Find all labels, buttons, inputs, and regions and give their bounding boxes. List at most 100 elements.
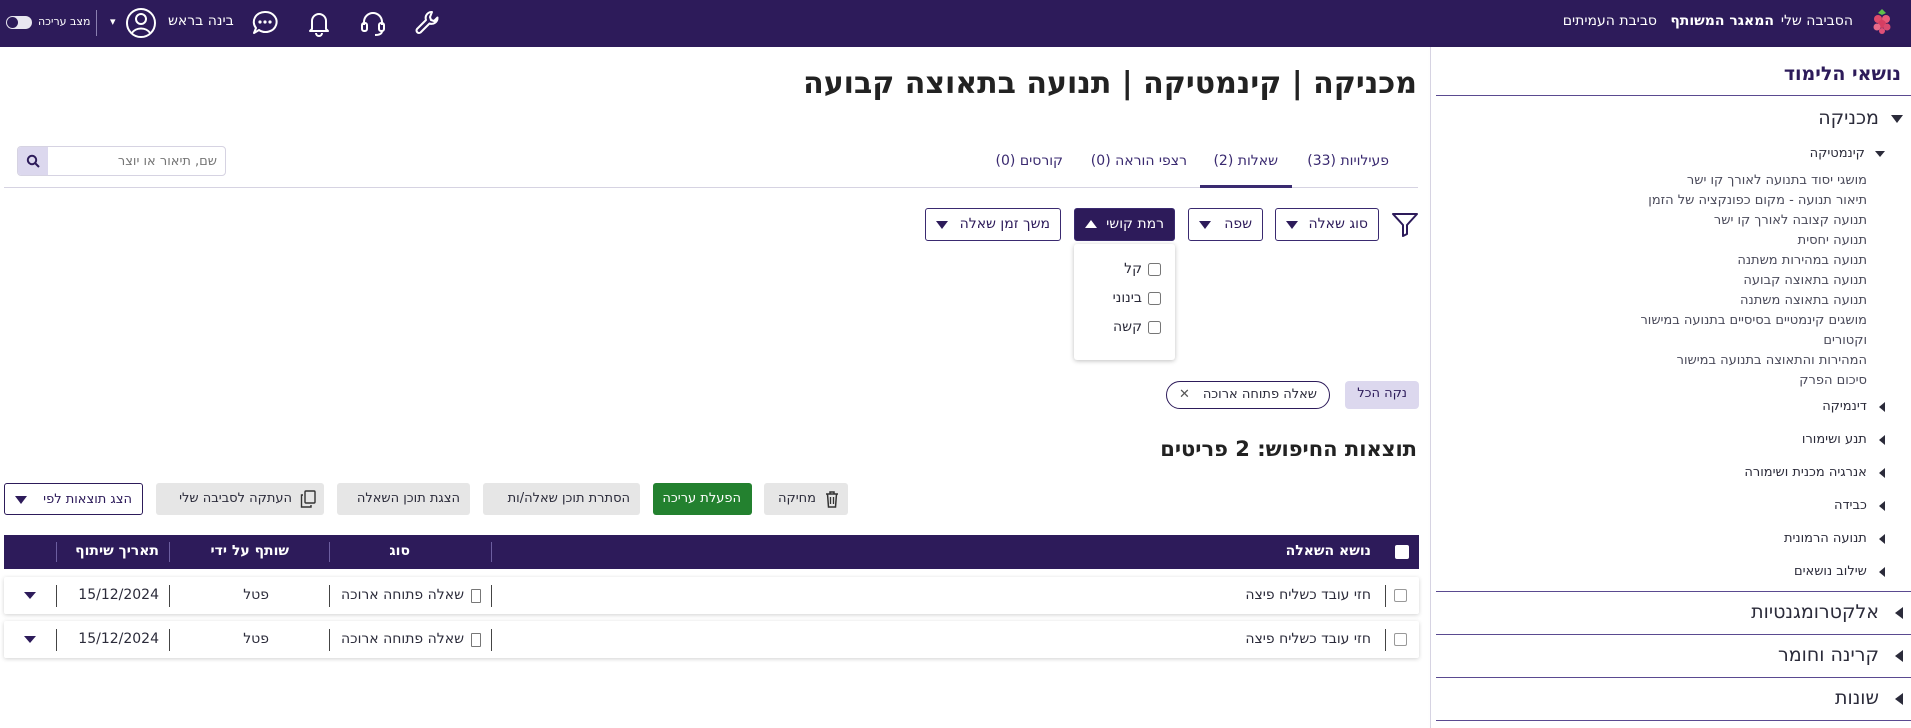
sidebar-sub-energy[interactable]: אנרגיה מכנית ושימורה xyxy=(1744,465,1885,480)
caret-left-icon xyxy=(1895,692,1903,705)
chevron-down-icon xyxy=(936,221,948,229)
row-type: שאלה פתוחה ארוכה xyxy=(341,631,464,647)
sidebar-topic-misc[interactable]: שונות xyxy=(1835,687,1903,709)
sidebar-sub-dynamics[interactable]: דינמיקה xyxy=(1822,399,1885,414)
sidebar-leaf[interactable]: תנועה במהירות משתנה xyxy=(1737,253,1867,268)
column-divider xyxy=(491,585,492,607)
column-divider xyxy=(491,629,492,651)
language-dropdown[interactable]: שפה xyxy=(1188,208,1263,241)
copy-to-env-button[interactable]: העתקה לסביבה שלי xyxy=(156,483,324,515)
select-all-checkbox[interactable] xyxy=(1395,545,1409,559)
tab-activities[interactable]: פעילויות (33) xyxy=(1307,153,1389,169)
sidebar-leaf[interactable]: תנועה קצובה לאורך קו ישר xyxy=(1714,213,1867,228)
option-label: קל xyxy=(1124,261,1142,277)
sidebar-sub-momentum[interactable]: תנע ושימורו xyxy=(1802,432,1885,447)
caret-left-icon xyxy=(1879,401,1885,412)
checkbox[interactable] xyxy=(1148,262,1161,276)
headset-icon[interactable] xyxy=(356,6,390,40)
column-header-subject[interactable]: נושא השאלה xyxy=(1286,543,1371,559)
sidebar-leaf[interactable]: תנועה יחסית xyxy=(1798,233,1867,248)
sidebar-leaf-active[interactable]: תנועה בתאוצה קבועה xyxy=(1743,273,1867,288)
sidebar-topic-radiation[interactable]: קרינה וחומר xyxy=(1778,644,1903,666)
difficulty-dropdown[interactable]: רמת קושי xyxy=(1074,208,1175,241)
row-subject[interactable]: חזי עובד כשליח פיצה xyxy=(1245,587,1371,603)
show-by-label: הצג תוצאות לפי xyxy=(43,492,132,507)
sub-label: תנועה הרמונית xyxy=(1783,531,1867,546)
clear-all-button[interactable]: נקה הכל xyxy=(1345,381,1419,409)
delete-button[interactable]: מחיקה xyxy=(764,483,848,515)
show-content-button[interactable]: הצגת תוכן השאלה xyxy=(337,483,470,515)
logo-icon[interactable] xyxy=(1867,6,1897,36)
sidebar-leaf[interactable]: המהירות והתאוצה בתנועה במישור xyxy=(1677,353,1867,368)
difficulty-option-hard[interactable]: קשה xyxy=(1113,319,1161,335)
table-row[interactable]: חזי עובד כשליח פיצה שאלה פתוחה ארוכה פטל… xyxy=(4,621,1419,658)
caret-left-icon xyxy=(1879,533,1885,544)
expand-row-icon[interactable] xyxy=(24,592,36,599)
sub-label: דינמיקה xyxy=(1822,399,1867,414)
sidebar-leaf[interactable]: סיכום הפרק xyxy=(1799,373,1867,388)
column-header-date[interactable]: תאריך שיתוף xyxy=(75,543,159,559)
edit-mode-toggle[interactable] xyxy=(6,16,32,29)
delete-label: מחיקה xyxy=(778,491,816,506)
search-icon xyxy=(26,154,40,168)
table-row[interactable]: חזי עובד כשליח פיצה שאלה פתוחה ארוכה פטל… xyxy=(4,577,1419,614)
column-divider xyxy=(169,585,170,607)
row-type: שאלה פתוחה ארוכה xyxy=(341,587,464,603)
wrench-icon[interactable] xyxy=(410,6,444,40)
column-divider xyxy=(329,629,330,651)
difficulty-option-easy[interactable]: קל xyxy=(1124,261,1161,277)
user-menu-chevron-icon[interactable]: ▾ xyxy=(110,15,116,28)
nav-my-env[interactable]: הסביבה שלי xyxy=(1781,13,1853,29)
column-header-type[interactable]: סוג xyxy=(389,543,410,559)
caret-down-icon xyxy=(1891,114,1903,123)
row-shared-by: פטל xyxy=(243,587,269,603)
tab-questions[interactable]: שאלות (2) xyxy=(1213,153,1278,169)
sidebar-topic-electromagnetism[interactable]: אלקטרומגנטיות xyxy=(1751,601,1903,623)
search-button[interactable] xyxy=(18,147,48,175)
difficulty-option-medium[interactable]: בינוני xyxy=(1113,290,1161,306)
enable-edit-button[interactable]: הפעלת עריכה xyxy=(653,483,752,515)
question-type-dropdown[interactable]: סוג שאלה xyxy=(1275,208,1379,241)
chevron-down-icon xyxy=(15,496,27,504)
hide-content-label: הסתרת תוכן שאלה/ות xyxy=(507,491,630,506)
bell-icon[interactable] xyxy=(302,6,336,40)
dropdown-label: רמת קושי xyxy=(1106,216,1164,232)
sidebar-sub-kinematics[interactable]: קינמטיקה xyxy=(1810,146,1885,161)
sidebar-leaf[interactable]: תיאור תנועה - מקום כפונקציה של הזמן xyxy=(1648,193,1867,208)
tab-courses[interactable]: קורסים (0) xyxy=(996,153,1063,169)
sidebar-sub-harmonic[interactable]: תנועה הרמונית xyxy=(1784,531,1885,546)
row-checkbox[interactable] xyxy=(1394,589,1407,602)
search-input[interactable] xyxy=(57,151,217,171)
sidebar-sub-combined[interactable]: שילוב נושאים xyxy=(1794,564,1885,579)
sidebar-leaf[interactable]: מושגי יסוד בתנועה לאורך קו ישר xyxy=(1687,173,1867,188)
sidebar-leaf[interactable]: וקטורים xyxy=(1823,333,1867,348)
clear-all-label: נקה הכל xyxy=(1357,386,1407,401)
row-shared-by: פטל xyxy=(243,631,269,647)
checkbox[interactable] xyxy=(1148,291,1161,305)
checkbox[interactable] xyxy=(1148,320,1161,334)
duration-dropdown[interactable]: משך זמן שאלה xyxy=(925,208,1061,241)
filter-icon[interactable] xyxy=(1390,210,1420,238)
hide-content-button[interactable]: הסתרת תוכן שאלה/ות xyxy=(483,483,640,515)
user-name[interactable]: בינה בראש xyxy=(168,13,234,29)
row-checkbox[interactable] xyxy=(1394,633,1407,646)
expand-row-icon[interactable] xyxy=(24,636,36,643)
sidebar-leaf[interactable]: מושגים קינמטיים בסיסיים בתנועה במישור xyxy=(1640,313,1867,328)
row-subject[interactable]: חזי עובד כשליח פיצה xyxy=(1245,631,1371,647)
show-by-dropdown[interactable]: הצג תוצאות לפי xyxy=(4,483,143,515)
sidebar-topic-mechanics[interactable]: מכניקה xyxy=(1818,107,1903,129)
chevron-down-icon xyxy=(1199,221,1211,229)
sidebar-divider xyxy=(1436,591,1911,592)
column-divider xyxy=(56,585,57,607)
sidebar-leaf[interactable]: תנועה בתאוצה משתנה xyxy=(1740,293,1867,308)
close-icon[interactable]: ✕ xyxy=(1179,387,1190,402)
nav-partners-env[interactable]: סביבת העמיתים xyxy=(1563,13,1657,29)
user-avatar-icon[interactable] xyxy=(124,6,158,40)
column-header-shared-by[interactable]: שותף על ידי xyxy=(211,543,289,559)
column-divider xyxy=(56,629,57,651)
tab-teaching-sequences[interactable]: רצפי הוראה (0) xyxy=(1091,153,1187,169)
sidebar-divider xyxy=(1436,95,1911,96)
nav-shared-repo[interactable]: המאגר המשותף xyxy=(1670,13,1774,29)
chat-icon[interactable] xyxy=(248,6,282,40)
sidebar-sub-gravity[interactable]: כבידה xyxy=(1834,498,1885,513)
